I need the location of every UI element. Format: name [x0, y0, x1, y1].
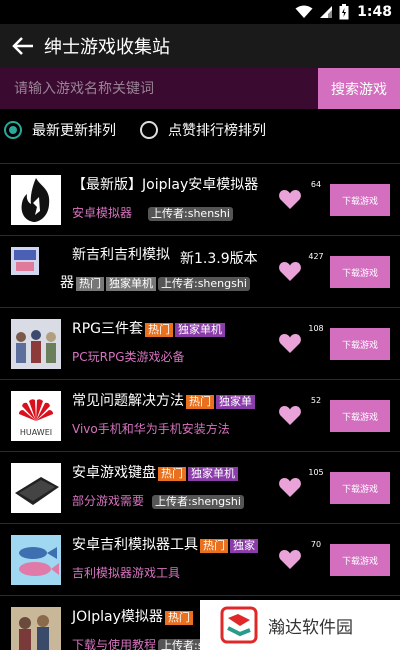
heart-icon[interactable]: [278, 476, 302, 498]
like-count: 105: [308, 468, 324, 477]
exclusive-tag: 独家单: [216, 395, 255, 409]
svg-text:HUAWEI: HUAWEI: [20, 428, 52, 437]
uploader-tag: 上传者:shengshi: [152, 495, 244, 509]
game-title-row: RPG三件套 热门 独家单机: [72, 318, 226, 338]
keyboard-icon: [15, 477, 59, 505]
joiplay-logo-icon: [21, 178, 50, 222]
game-title: 新吉利吉利模拟: [72, 247, 170, 263]
sort-options: 最新更新排列 点赞排行榜排列: [0, 109, 400, 151]
game-item[interactable]: 安卓游戏键盘 热门 独家单机 部分游戏需要 上传者:shengshi 105 下载游戏: [0, 451, 400, 523]
search-button[interactable]: 搜索游戏: [318, 68, 400, 109]
game-screenshot-icon: [11, 247, 39, 275]
download-button[interactable]: 下载游戏: [330, 472, 390, 504]
heart-icon[interactable]: [278, 260, 302, 282]
sort-latest-option[interactable]: 最新更新排列: [2, 120, 116, 140]
download-button[interactable]: 下载游戏: [330, 256, 390, 288]
back-button[interactable]: [8, 31, 38, 61]
game-title: 【最新版】Joiplay安卓模拟器: [72, 177, 259, 193]
exclusive-tag: 独家单机: [188, 467, 238, 481]
app-bar: 绅士游戏收集站: [0, 24, 400, 68]
game-item[interactable]: 新吉利吉利模拟 新1.3.9版本 器热门 独家单机 上传者:shengshi 427…: [0, 235, 400, 307]
like-count: 427: [308, 252, 324, 261]
like-count: 70: [310, 540, 322, 549]
game-characters-icon: [11, 319, 61, 369]
game-item[interactable]: 【最新版】Joiplay安卓模拟器 安卓模拟器 上传者:shenshi 64 下载…: [0, 163, 400, 235]
exclusive-tag: 独家单机: [175, 323, 226, 337]
heart-icon[interactable]: [278, 404, 302, 426]
game-version: 新1.3.9版本: [180, 251, 258, 267]
game-desc: PC玩RPG类游戏必备: [72, 350, 185, 364]
search-input[interactable]: [0, 68, 318, 109]
like-count: 64: [310, 180, 322, 189]
uploader-tag: 上传者:shengshi: [158, 277, 250, 291]
game-item[interactable]: HUAWEI 常见问题解决方法 热门 独家单 Vivo手机和华为手机安装方法 52 …: [0, 379, 400, 451]
fish-icon: [11, 535, 61, 585]
game-title-line2: 器热门 独家单机 上传者:shengshi: [60, 272, 250, 292]
watermark-text: 瀚达软件园: [268, 617, 353, 638]
download-button[interactable]: 下载游戏: [330, 544, 390, 576]
hot-tag: 热门: [186, 395, 214, 409]
radio-unselected-icon: [140, 121, 158, 139]
radio-selected-icon: [4, 121, 22, 139]
exclusive-tag: 独家单机: [106, 277, 156, 291]
game-item[interactable]: RPG三件套 热门 独家单机 PC玩RPG类游戏必备 108 下载游戏: [0, 307, 400, 379]
wifi-icon: [295, 5, 313, 18]
heart-icon[interactable]: [278, 332, 302, 354]
game-title-row: 安卓吉利模拟器工具 热门 独家: [72, 534, 272, 554]
battery-icon: [339, 4, 349, 20]
game-title-row: 常见问题解决方法 热门 独家单: [72, 390, 272, 410]
huawei-logo-icon: HUAWEI: [19, 399, 53, 437]
game-thumbnail: [11, 247, 61, 297]
download-button[interactable]: 下载游戏: [330, 400, 390, 432]
game-desc: Vivo手机和华为手机安装方法: [72, 422, 230, 436]
page-title: 绅士游戏收集站: [44, 37, 170, 58]
game-list: 【最新版】Joiplay安卓模拟器 安卓模拟器 上传者:shenshi 64 下载…: [0, 163, 400, 650]
game-thumbnail: [11, 607, 61, 650]
back-arrow-icon: [12, 37, 33, 55]
search-bar: 搜索游戏: [0, 68, 400, 109]
like-count: 108: [308, 324, 324, 333]
game-thumbnail: [11, 319, 61, 369]
game-art-icon: [11, 607, 61, 650]
like-count: 52: [310, 396, 322, 405]
download-button[interactable]: 下载游戏: [330, 328, 390, 360]
uploader-tag: 上传者:shenshi: [148, 207, 233, 221]
sort-latest-label: 最新更新排列: [32, 123, 116, 139]
game-desc: 安卓模拟器 上传者:shenshi: [72, 204, 233, 221]
game-desc: 下载与使用教程 上传者:s: [72, 636, 207, 650]
status-time: 1:48: [357, 4, 392, 20]
game-thumbnail: [11, 463, 61, 513]
watermark-logo-icon: [220, 606, 258, 644]
hot-tag: 热门: [76, 277, 104, 291]
game-title-row: 安卓游戏键盘 热门 独家单机: [72, 462, 238, 482]
game-thumbnail: HUAWEI: [11, 391, 61, 441]
game-title-row: JOIplay模拟器 热门: [72, 606, 193, 626]
signal-icon: [320, 6, 333, 18]
game-desc: 吉利模拟器游戏工具: [72, 566, 181, 580]
game-item[interactable]: 安卓吉利模拟器工具 热门 独家 吉利模拟器游戏工具 70 下载游戏: [0, 523, 400, 595]
game-desc: 部分游戏需要 上传者:shengshi: [72, 492, 244, 509]
exclusive-tag: 独家: [230, 539, 258, 553]
hot-tag: 热门: [145, 323, 174, 337]
watermark: 瀚达软件园: [200, 600, 400, 650]
sort-likes-option[interactable]: 点赞排行榜排列: [138, 120, 266, 140]
game-thumbnail: [11, 535, 61, 585]
game-thumbnail: [11, 175, 61, 225]
hot-tag: 热门: [158, 467, 186, 481]
hot-tag: 热门: [200, 539, 228, 553]
status-bar: 1:48: [0, 0, 400, 24]
hot-tag: 热门: [164, 611, 193, 625]
sort-likes-label: 点赞排行榜排列: [168, 123, 266, 139]
heart-icon[interactable]: [278, 548, 302, 570]
download-button[interactable]: 下载游戏: [330, 184, 390, 216]
heart-icon[interactable]: [278, 188, 302, 210]
